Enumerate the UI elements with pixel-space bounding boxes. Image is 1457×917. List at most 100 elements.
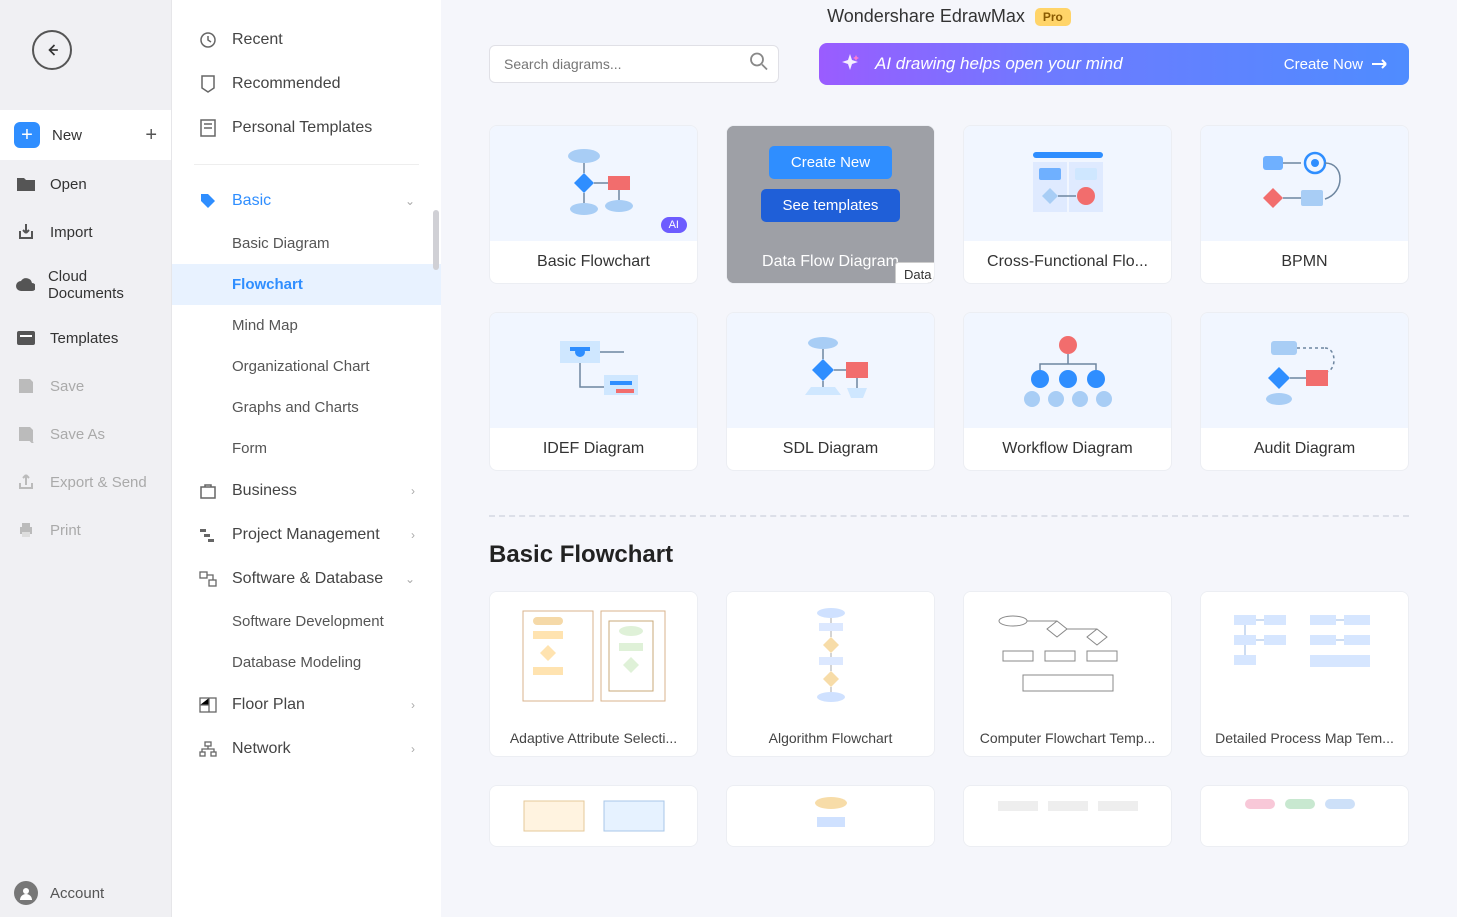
chevron-right-icon: › <box>411 528 415 542</box>
print-icon <box>14 518 38 542</box>
cat-label: Floor Plan <box>232 696 305 714</box>
nav-templates[interactable]: Templates <box>0 314 171 362</box>
back-button[interactable] <box>32 30 72 70</box>
template-card[interactable]: Adaptive Attribute Selecti... <box>489 591 698 757</box>
chevron-down-icon: ⌄ <box>405 194 415 208</box>
nav-import[interactable]: Import <box>0 208 171 256</box>
sub-mind-map[interactable]: Mind Map <box>172 305 441 346</box>
cat-project-management[interactable]: Project Management › <box>172 513 441 557</box>
chevron-right-icon: › <box>411 742 415 756</box>
nav-label: Export & Send <box>50 474 147 491</box>
nav-save-as: Save As <box>0 410 171 458</box>
folder-icon <box>14 172 38 196</box>
pro-badge: Pro <box>1035 8 1071 26</box>
ai-banner[interactable]: AI drawing helps open your mind Create N… <box>819 43 1409 85</box>
sub-flowchart[interactable]: Flowchart <box>172 264 441 305</box>
ai-create-now[interactable]: Create Now <box>1284 56 1389 73</box>
nav-label: Account <box>50 885 104 902</box>
flowchart-icon <box>534 144 654 224</box>
sub-database-modeling[interactable]: Database Modeling <box>172 642 441 683</box>
cat-label: Recommended <box>232 75 341 93</box>
card-cross-functional-flowchart[interactable]: Cross-Functional Flo... <box>963 125 1172 284</box>
cat-network[interactable]: Network › <box>172 727 441 771</box>
card-data-flow-diagram[interactable]: Create New See templates Data Flow Diagr… <box>726 125 935 284</box>
card-basic-flowchart[interactable]: AI Basic Flowchart <box>489 125 698 284</box>
card-preview <box>1201 313 1408 428</box>
template-icon <box>198 118 218 138</box>
sub-form[interactable]: Form <box>172 428 441 469</box>
flowchart-thumb-icon <box>509 601 679 711</box>
card-idef-diagram[interactable]: IDEF Diagram <box>489 312 698 471</box>
cat-label: Personal Templates <box>232 119 372 137</box>
export-icon <box>14 470 38 494</box>
template-card[interactable] <box>726 785 935 847</box>
template-card[interactable]: Detailed Process Map Tem... <box>1200 591 1409 757</box>
primary-nav: + New + Open Import Cloud Documents Temp… <box>0 0 171 917</box>
cat-label: Recent <box>232 31 283 49</box>
cat-floor-plan[interactable]: Floor Plan › <box>172 683 441 727</box>
template-preview <box>1201 786 1408 846</box>
template-preview <box>964 786 1171 846</box>
cat-software-database[interactable]: Software & Database ⌄ <box>172 557 441 601</box>
scrollbar-thumb[interactable] <box>433 210 439 270</box>
template-preview <box>727 786 934 846</box>
section-divider <box>489 515 1409 517</box>
audit-icon <box>1245 331 1365 411</box>
template-label: Adaptive Attribute Selecti... <box>490 720 697 756</box>
create-new-button[interactable]: Create New <box>769 146 892 179</box>
sub-organizational-chart[interactable]: Organizational Chart <box>172 346 441 387</box>
card-label: IDEF Diagram <box>490 428 697 470</box>
flowchart-thumb-icon <box>771 601 891 711</box>
card-audit-diagram[interactable]: Audit Diagram <box>1200 312 1409 471</box>
cat-business[interactable]: Business › <box>172 469 441 513</box>
floorplan-icon <box>198 695 218 715</box>
card-label: SDL Diagram <box>727 428 934 470</box>
cat-basic[interactable]: Basic ⌄ <box>172 179 441 223</box>
import-icon <box>14 220 38 244</box>
card-workflow-diagram[interactable]: Workflow Diagram <box>963 312 1172 471</box>
cat-recommended[interactable]: Recommended <box>172 62 441 106</box>
save-as-icon <box>14 422 38 446</box>
business-icon <box>198 481 218 501</box>
category-sidebar: Recent Recommended Personal Templates Ba… <box>171 0 441 917</box>
template-card[interactable] <box>963 785 1172 847</box>
nav-label: Save As <box>50 426 105 443</box>
card-label: BPMN <box>1201 241 1408 283</box>
nav-new[interactable]: + New + <box>0 110 171 160</box>
app-title: Wondershare EdrawMax <box>827 6 1025 27</box>
sub-basic-diagram[interactable]: Basic Diagram <box>172 223 441 264</box>
template-card[interactable]: Algorithm Flowchart <box>726 591 935 757</box>
template-preview <box>490 786 697 846</box>
cta-label: Create Now <box>1284 56 1363 73</box>
card-sdl-diagram[interactable]: SDL Diagram <box>726 312 935 471</box>
search-icon[interactable] <box>749 52 769 77</box>
template-card[interactable] <box>489 785 698 847</box>
sub-software-development[interactable]: Software Development <box>172 601 441 642</box>
card-label: Cross-Functional Flo... <box>964 241 1171 283</box>
chevron-right-icon: › <box>411 484 415 498</box>
flowchart-thumb-icon <box>1220 601 1390 711</box>
card-bpmn[interactable]: BPMN <box>1200 125 1409 284</box>
sub-graphs-charts[interactable]: Graphs and Charts <box>172 387 441 428</box>
search-input[interactable] <box>489 45 779 83</box>
see-templates-button[interactable]: See templates <box>761 189 901 222</box>
template-card[interactable] <box>1200 785 1409 847</box>
nav-cloud-documents[interactable]: Cloud Documents <box>0 256 171 314</box>
cat-recent[interactable]: Recent <box>172 18 441 62</box>
card-preview <box>490 313 697 428</box>
nav-account[interactable]: Account <box>0 869 171 917</box>
templates-icon <box>14 326 38 350</box>
network-icon <box>198 739 218 759</box>
nav-open[interactable]: Open <box>0 160 171 208</box>
swimlane-icon <box>1013 144 1123 224</box>
chevron-down-icon: ⌄ <box>405 572 415 586</box>
idef-icon <box>534 331 654 411</box>
sdl-icon <box>771 331 891 411</box>
ai-banner-text: AI drawing helps open your mind <box>875 54 1123 74</box>
cat-personal-templates[interactable]: Personal Templates <box>172 106 441 150</box>
sparkle-icon <box>839 53 861 75</box>
template-card[interactable]: Computer Flowchart Temp... <box>963 591 1172 757</box>
chevron-right-icon: › <box>411 698 415 712</box>
nav-label: Save <box>50 378 84 395</box>
save-icon <box>14 374 38 398</box>
